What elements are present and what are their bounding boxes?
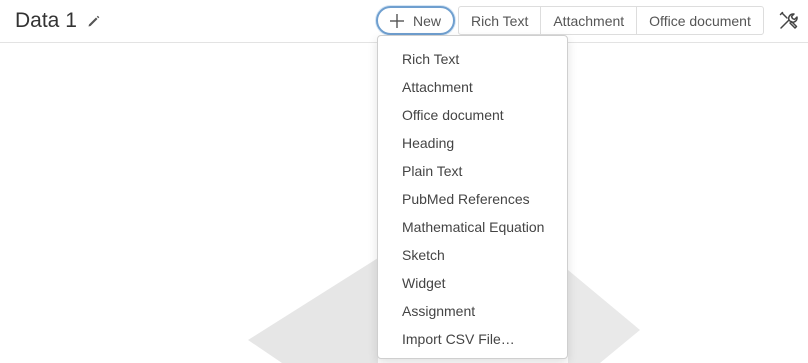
- quick-add-group: Rich Text Attachment Office document: [458, 6, 764, 35]
- menu-item-sketch[interactable]: Sketch: [378, 241, 567, 269]
- rich-text-button[interactable]: Rich Text: [459, 7, 540, 34]
- pencil-icon[interactable]: [87, 14, 101, 28]
- menu-item-office-document[interactable]: Office document: [378, 101, 567, 129]
- menu-item-attachment[interactable]: Attachment: [378, 73, 567, 101]
- menu-item-heading[interactable]: Heading: [378, 129, 567, 157]
- menu-item-rich-text[interactable]: Rich Text: [378, 45, 567, 73]
- tools-icon[interactable]: [778, 10, 799, 31]
- toolbar: New Rich Text Attachment Office document: [376, 6, 764, 35]
- menu-item-assignment[interactable]: Assignment: [378, 297, 567, 325]
- menu-item-mathematical-equation[interactable]: Mathematical Equation: [378, 213, 567, 241]
- title-area: Data 1: [15, 8, 101, 34]
- office-document-button[interactable]: Office document: [636, 7, 763, 34]
- new-button-label: New: [413, 12, 442, 29]
- menu-item-import-csv[interactable]: Import CSV File…: [378, 325, 567, 353]
- menu-item-plain-text[interactable]: Plain Text: [378, 157, 567, 185]
- attachment-button[interactable]: Attachment: [540, 7, 636, 34]
- menu-item-pubmed-references[interactable]: PubMed References: [378, 185, 567, 213]
- menu-item-widget[interactable]: Widget: [378, 269, 567, 297]
- plus-icon: [390, 13, 404, 28]
- page-title: Data 1: [15, 9, 77, 32]
- new-button[interactable]: New: [376, 6, 456, 35]
- new-item-dropdown: Rich Text Attachment Office document Hea…: [377, 35, 568, 359]
